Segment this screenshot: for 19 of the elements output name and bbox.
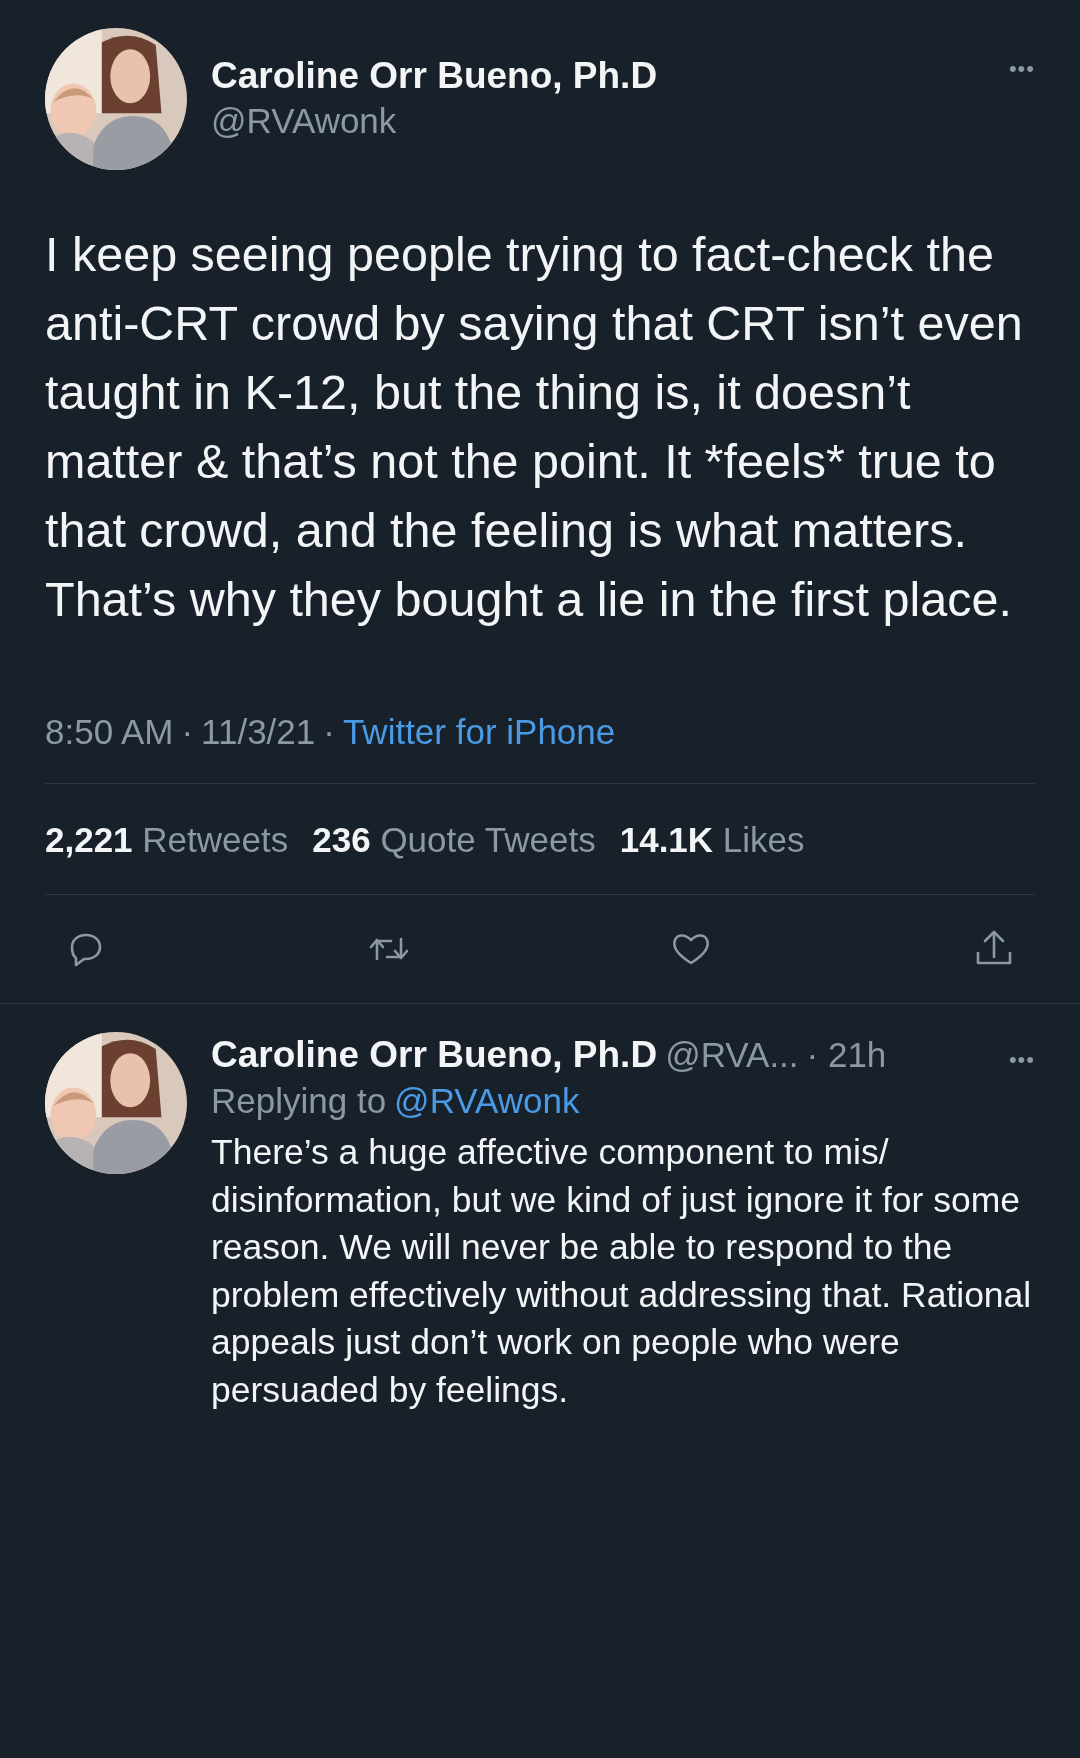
source-link[interactable]: Twitter for iPhone xyxy=(342,706,616,759)
separator-dot: · xyxy=(181,711,194,753)
stat-link[interactable]: 2,221 Retweets xyxy=(45,813,289,866)
stat-link[interactable]: 236 Quote Tweets xyxy=(312,813,596,866)
separator-dot: · xyxy=(323,711,335,753)
date: 11/3/21 xyxy=(201,711,316,753)
timestamp: 8:50 AM xyxy=(45,711,174,753)
more-button[interactable]: ••• xyxy=(1008,52,1035,85)
author-handle[interactable]: @RVAwonk xyxy=(211,101,397,141)
reply-text: There’s a huge affective component to mis/ disinformation, but we kind of just ignore it for some reason. We will never be able to respond to the problem effectively without addressing that. Rational appeals just don’t work on people who were persuaded by feelings. xyxy=(211,1131,1033,1412)
replying-label: Replying to xyxy=(211,1079,387,1122)
author-name: Caroline Orr Bueno, Ph.D xyxy=(211,54,659,99)
more-button[interactable]: ••• xyxy=(1008,1043,1035,1076)
stat-link[interactable]: 14.1K Likes xyxy=(619,813,805,866)
author-handle[interactable]: @RVA... xyxy=(665,1032,799,1078)
post-age: · 21h xyxy=(806,1034,887,1076)
mention-link[interactable]: @RVAwonk xyxy=(394,1077,580,1123)
tweet-text: I keep seeing people trying to fact-check the anti-CRT crowd by saying that CRT isn’t even taught in K-12, but the thing is, it doesn’t matter & that’s not the point. It *feels* true to that crowd, and the feeling is what matters. That’s why they bought a lie in the first place. xyxy=(45,226,1024,628)
author-name: Caroline Orr Bueno, Ph.D xyxy=(211,1033,658,1077)
